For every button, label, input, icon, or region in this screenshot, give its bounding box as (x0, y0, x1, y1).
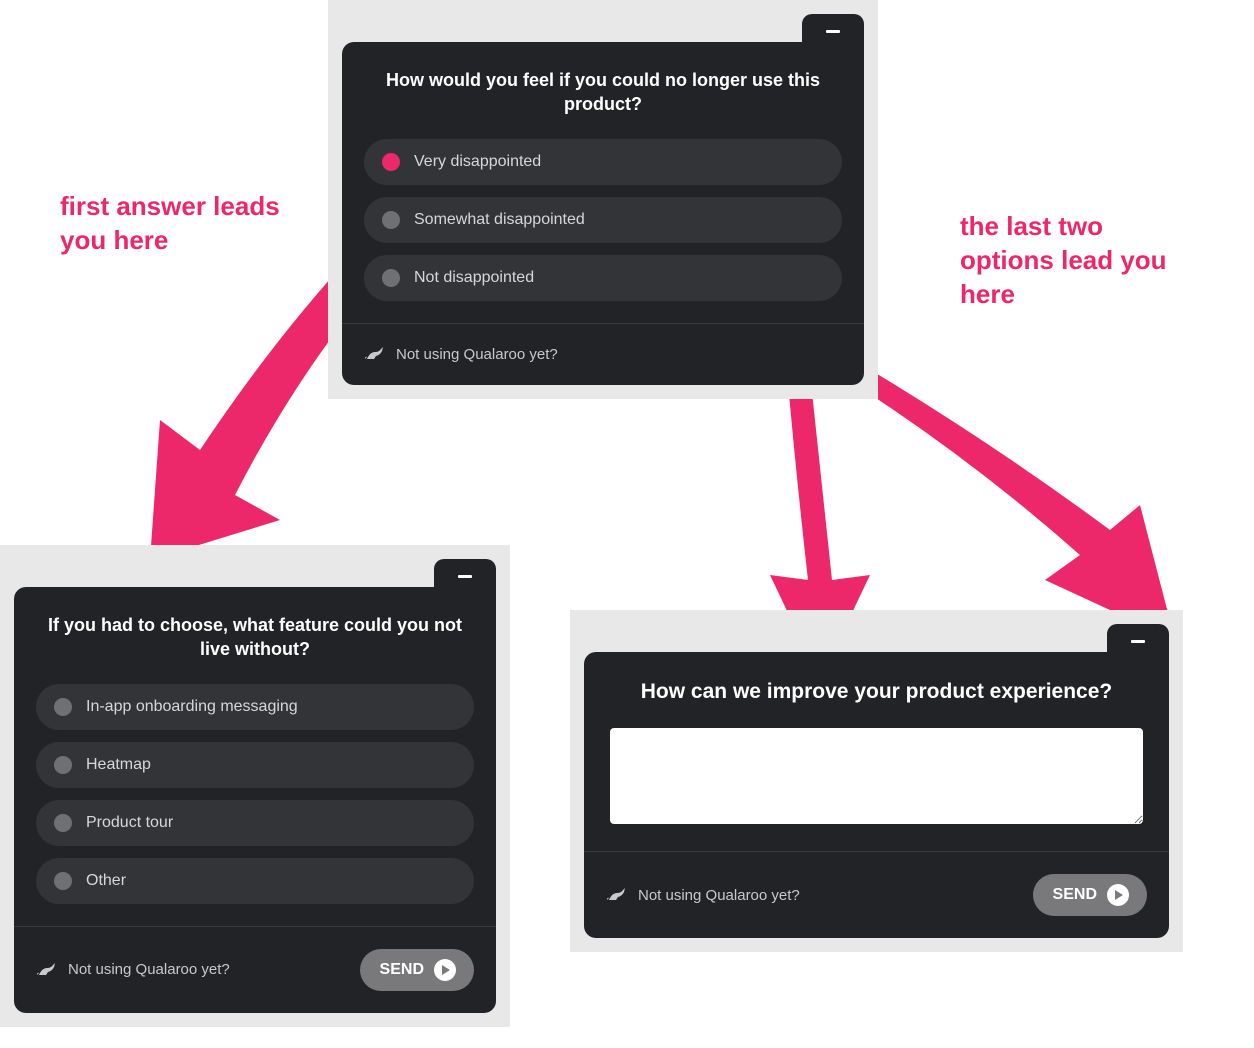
radio-icon (54, 698, 72, 716)
radio-icon (382, 269, 400, 287)
send-button-label: SEND (1053, 886, 1097, 904)
option-onboarding-messaging[interactable]: In-app onboarding messaging (36, 684, 474, 730)
radio-icon (54, 814, 72, 832)
option-label: Other (86, 872, 126, 890)
option-other[interactable]: Other (36, 858, 474, 904)
minimize-icon (458, 575, 472, 578)
option-somewhat-disappointed[interactable]: Somewhat disappointed (364, 197, 842, 243)
survey-top-card: How would you feel if you could no longe… (342, 42, 864, 385)
survey-top-wrap: How would you feel if you could no longe… (328, 0, 878, 399)
survey-bottom-left-wrap: If you had to choose, what feature could… (0, 545, 510, 1027)
minimize-button[interactable] (434, 559, 496, 593)
option-product-tour[interactable]: Product tour (36, 800, 474, 846)
survey-top-footer: Not using Qualaroo yet? (342, 323, 864, 385)
option-heatmap[interactable]: Heatmap (36, 742, 474, 788)
radio-icon (382, 211, 400, 229)
send-button[interactable]: SEND (360, 949, 474, 991)
option-label: Not disappointed (414, 269, 534, 287)
footer-prompt-text: Not using Qualaroo yet? (638, 887, 800, 904)
footer-prompt[interactable]: Not using Qualaroo yet? (606, 887, 800, 904)
option-label: Somewhat disappointed (414, 211, 585, 229)
radio-icon (54, 872, 72, 890)
footer-prompt-text: Not using Qualaroo yet? (68, 961, 230, 978)
survey-bottom-left-question: If you had to choose, what feature could… (36, 609, 474, 684)
survey-bottom-right-body: How can we improve your product experien… (584, 652, 1169, 851)
survey-bottom-left-options: In-app onboarding messaging Heatmap Prod… (36, 684, 474, 904)
survey-bottom-left-footer: Not using Qualaroo yet? SEND (14, 926, 496, 1013)
survey-bottom-right-footer: Not using Qualaroo yet? SEND (584, 851, 1169, 938)
footer-prompt[interactable]: Not using Qualaroo yet? (364, 346, 558, 363)
radio-icon (382, 153, 400, 171)
survey-top-question: How would you feel if you could no longe… (364, 64, 842, 139)
option-not-disappointed[interactable]: Not disappointed (364, 255, 842, 301)
minimize-button[interactable] (1107, 624, 1169, 658)
survey-bottom-right-card: How can we improve your product experien… (584, 652, 1169, 938)
send-button[interactable]: SEND (1033, 874, 1147, 916)
play-icon (434, 959, 456, 981)
play-icon (1107, 884, 1129, 906)
minimize-button[interactable] (802, 14, 864, 48)
footer-prompt-text: Not using Qualaroo yet? (396, 346, 558, 363)
response-textarea[interactable] (610, 728, 1143, 824)
kangaroo-icon (364, 346, 386, 362)
minimize-icon (826, 30, 840, 33)
survey-bottom-right-wrap: How can we improve your product experien… (570, 610, 1183, 952)
survey-top-body: How would you feel if you could no longe… (342, 42, 864, 323)
option-label: Heatmap (86, 756, 151, 774)
minimize-icon (1131, 640, 1145, 643)
annotation-right-line1: the last two options lead you here (960, 211, 1167, 309)
footer-prompt[interactable]: Not using Qualaroo yet? (36, 961, 230, 978)
survey-bottom-left-body: If you had to choose, what feature could… (14, 587, 496, 926)
annotation-left-line1: first answer leads you here (60, 191, 280, 255)
annotation-right: the last two options lead you here (960, 210, 1180, 311)
option-very-disappointed[interactable]: Very disappointed (364, 139, 842, 185)
kangaroo-icon (606, 887, 628, 903)
textarea-wrap (606, 728, 1147, 829)
radio-icon (54, 756, 72, 774)
annotation-left: first answer leads you here (60, 190, 280, 258)
survey-bottom-right-question: How can we improve your product experien… (606, 674, 1147, 728)
survey-top-options: Very disappointed Somewhat disappointed … (364, 139, 842, 301)
survey-bottom-left-card: If you had to choose, what feature could… (14, 587, 496, 1013)
kangaroo-icon (36, 962, 58, 978)
send-button-label: SEND (380, 961, 424, 979)
option-label: Product tour (86, 814, 173, 832)
option-label: In-app onboarding messaging (86, 698, 298, 716)
option-label: Very disappointed (414, 153, 541, 171)
